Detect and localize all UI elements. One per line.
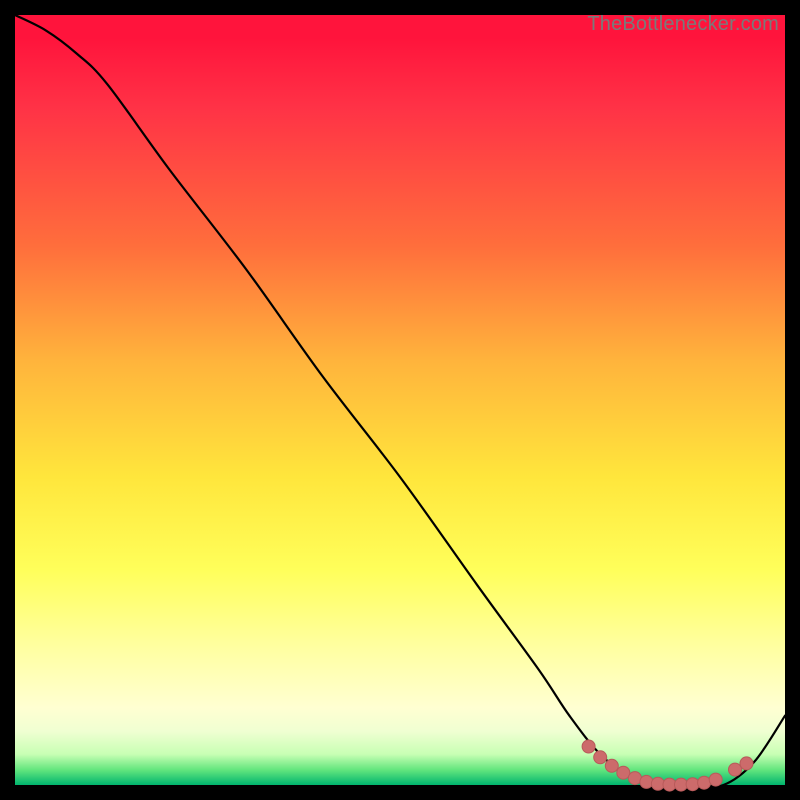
- optimum-marker: [729, 763, 742, 776]
- optimum-marker: [651, 777, 664, 790]
- bottleneck-curve: [15, 15, 785, 787]
- optimum-marker: [709, 773, 722, 786]
- optimum-marker: [605, 759, 618, 772]
- optimum-marker: [698, 776, 711, 789]
- chart-frame: TheBottlenecker.com: [15, 15, 785, 785]
- optimum-marker: [640, 775, 653, 788]
- optimum-marker: [594, 751, 607, 764]
- optimum-marker: [675, 778, 688, 791]
- curve-layer: [15, 15, 785, 785]
- gradient-plot-area: TheBottlenecker.com: [15, 15, 785, 785]
- optimum-marker: [582, 740, 595, 753]
- optimum-marker: [686, 778, 699, 791]
- optimum-marker: [617, 766, 630, 779]
- optimum-marker: [740, 757, 753, 770]
